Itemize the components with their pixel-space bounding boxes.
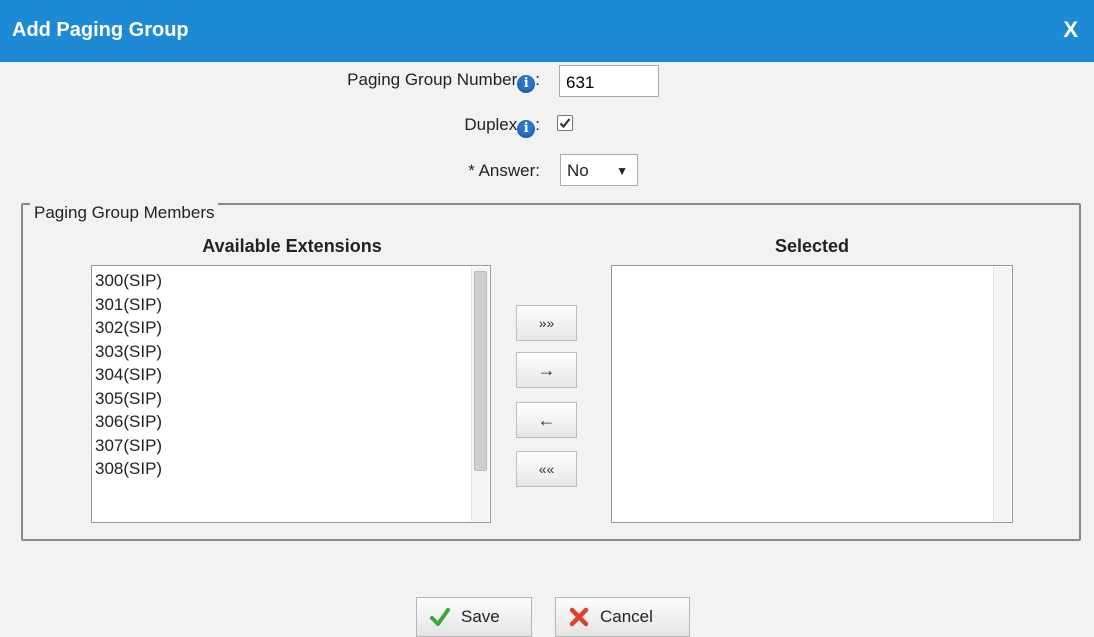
- members-legend: Paging Group Members: [30, 203, 219, 223]
- selected-scrollbar[interactable]: [993, 267, 1011, 521]
- available-items: 300(SIP) 301(SIP) 302(SIP) 303(SIP) 304(SIP)…: [95, 269, 162, 481]
- caret-down-icon: ▼: [616, 164, 628, 178]
- list-item[interactable]: 302(SIP): [95, 316, 162, 340]
- cancel-button[interactable]: Cancel: [555, 597, 690, 637]
- list-item[interactable]: 301(SIP): [95, 293, 162, 317]
- list-item[interactable]: 304(SIP): [95, 363, 162, 387]
- close-button[interactable]: X: [1063, 17, 1078, 43]
- group-number-colon: :: [535, 70, 540, 89]
- duplex-checkbox[interactable]: [557, 115, 573, 131]
- scroll-thumb[interactable]: [474, 271, 487, 471]
- list-item[interactable]: 308(SIP): [95, 457, 162, 481]
- checkmark-icon: [559, 118, 571, 129]
- list-item[interactable]: 305(SIP): [95, 387, 162, 411]
- list-item[interactable]: 307(SIP): [95, 434, 162, 458]
- group-number-label: Paging Group Number: [347, 70, 518, 89]
- list-item[interactable]: 303(SIP): [95, 340, 162, 364]
- list-item[interactable]: 300(SIP): [95, 269, 162, 293]
- answer-select[interactable]: No ▼: [560, 154, 638, 186]
- answer-select-value: No: [567, 161, 589, 180]
- answer-label: * Answer:: [468, 161, 540, 180]
- duplex-colon: :: [535, 115, 540, 134]
- check-icon: [430, 608, 450, 626]
- list-item[interactable]: 306(SIP): [95, 410, 162, 434]
- dialog-title: Add Paging Group: [12, 19, 189, 41]
- group-number-input[interactable]: [559, 65, 659, 97]
- x-icon: [569, 607, 589, 627]
- info-icon[interactable]: i: [517, 75, 536, 93]
- save-button[interactable]: Save: [416, 597, 532, 637]
- move-all-left-button[interactable]: ««: [516, 451, 577, 487]
- move-left-button[interactable]: ←: [516, 402, 577, 438]
- move-all-right-button[interactable]: »»: [516, 305, 577, 341]
- available-header: Available Extensions: [202, 236, 382, 256]
- dialog-titlebar: Add Paging Group X: [0, 0, 1094, 62]
- save-label: Save: [461, 607, 500, 626]
- move-right-button[interactable]: →: [516, 352, 577, 388]
- selected-list[interactable]: [611, 265, 1013, 523]
- info-icon[interactable]: i: [517, 120, 536, 138]
- available-scrollbar[interactable]: [471, 267, 489, 521]
- duplex-label: Duplex: [464, 115, 518, 134]
- duplex-label-row: Duplex i:: [340, 115, 540, 138]
- selected-header: Selected: [774, 236, 850, 256]
- available-list[interactable]: 300(SIP) 301(SIP) 302(SIP) 303(SIP) 304(SIP)…: [91, 265, 491, 523]
- cancel-label: Cancel: [600, 607, 653, 626]
- group-number-label-row: Paging Group Number i:: [240, 70, 540, 93]
